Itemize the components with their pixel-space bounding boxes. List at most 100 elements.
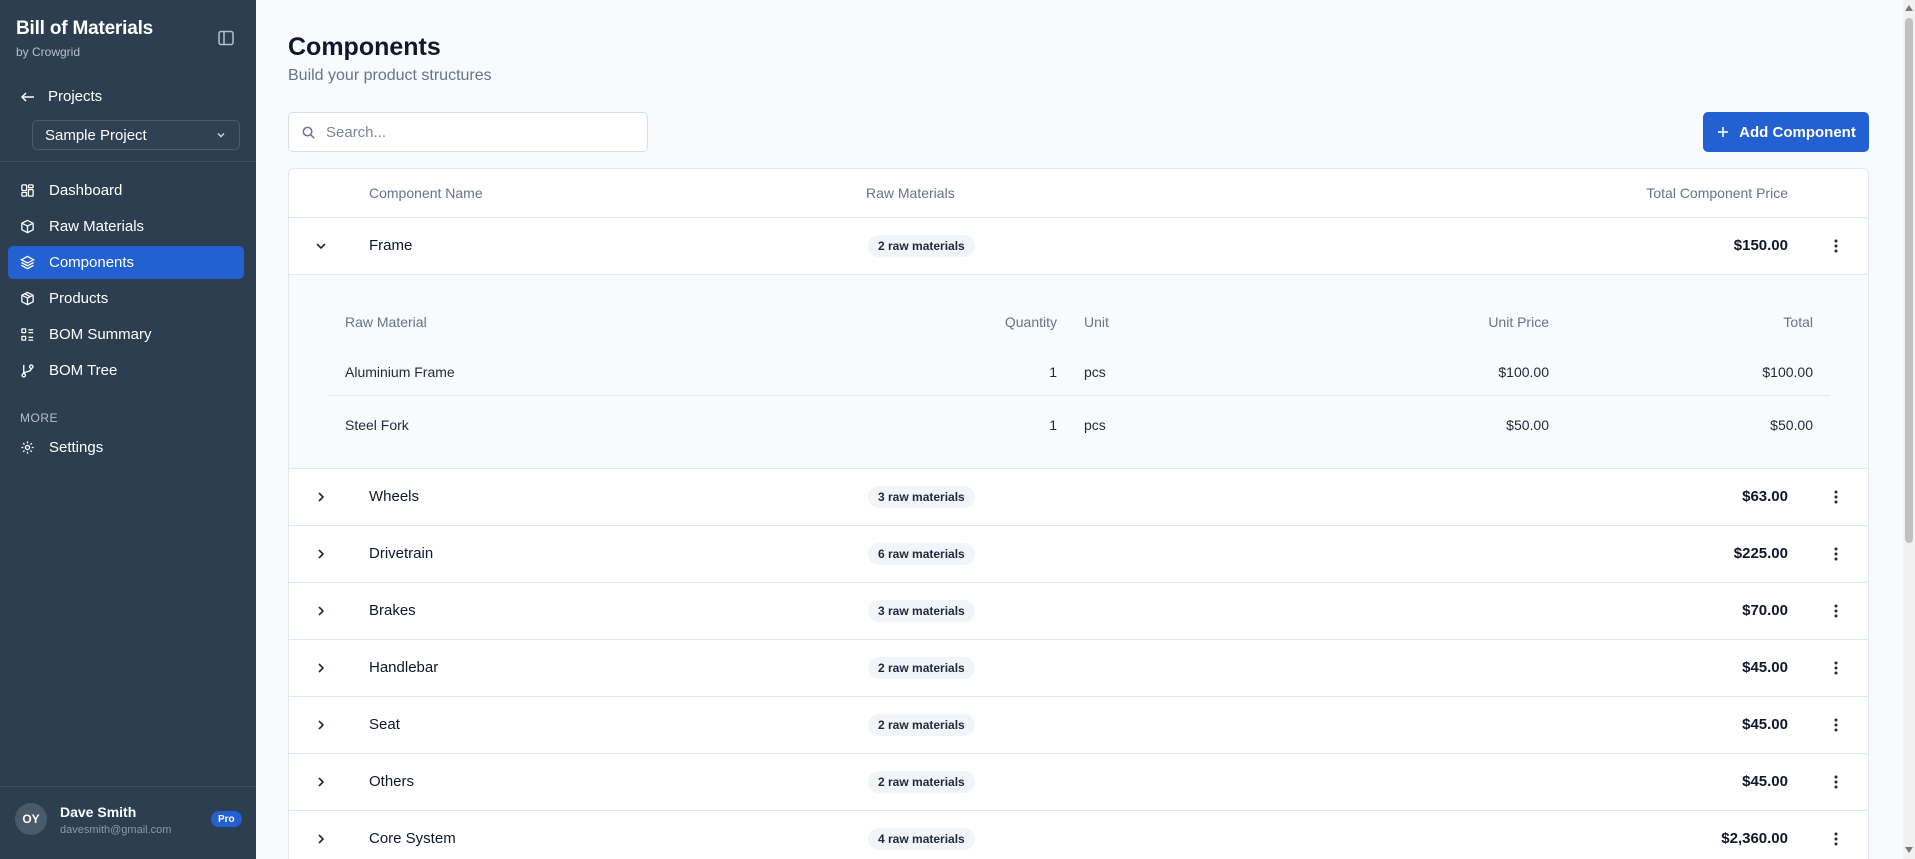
table-row[interactable]: Seat 2 raw materials $45.00: [289, 697, 1868, 754]
chevron-right-icon[interactable]: [313, 603, 329, 619]
main-content: Components Build your product structures…: [256, 0, 1915, 859]
sidebar-toggle-icon[interactable]: [216, 28, 236, 48]
project-select[interactable]: Sample Project: [32, 120, 240, 150]
chevron-down-icon[interactable]: [313, 238, 329, 254]
materials-count-badge: 3 raw materials: [868, 600, 975, 622]
dashboard-icon: [21, 184, 34, 197]
detail-material: Steel Fork: [345, 417, 409, 433]
sidebar-item-settings[interactable]: Settings: [8, 431, 244, 464]
page-subtitle: Build your product structures: [288, 67, 492, 84]
materials-count-badge: 4 raw materials: [868, 828, 975, 850]
back-link-label: Projects: [48, 88, 103, 105]
detail-header-unit: Unit: [1084, 314, 1109, 330]
package-icon: [21, 291, 34, 306]
back-to-projects-link[interactable]: Projects: [20, 88, 102, 105]
list-icon: [21, 328, 34, 341]
detail-quantity: 1: [1049, 417, 1057, 433]
brand-subtitle: by Crowgrid: [16, 45, 81, 59]
table-row[interactable]: Handlebar 2 raw materials $45.00: [289, 640, 1868, 697]
sidebar-divider: [0, 161, 256, 162]
table-row[interactable]: Drivetrain 6 raw materials $225.00: [289, 526, 1868, 583]
component-price: $2,360.00: [1721, 830, 1788, 847]
table-row[interactable]: Others 2 raw materials $45.00: [289, 754, 1868, 811]
table-row[interactable]: Brakes 3 raw materials $70.00: [289, 583, 1868, 640]
table-row[interactable]: Core System 4 raw materials $2,360.00: [289, 811, 1868, 859]
add-component-button[interactable]: Add Component: [1703, 112, 1869, 152]
sidebar-item-label: Products: [49, 290, 109, 307]
sidebar-item-bom-summary[interactable]: BOM Summary: [8, 318, 244, 351]
detail-unit-price: $50.00: [1506, 417, 1549, 433]
component-name: Core System: [369, 830, 456, 847]
detail-header-unit-price: Unit Price: [1488, 314, 1549, 330]
detail-total: $100.00: [1762, 364, 1813, 380]
more-vertical-icon[interactable]: [1826, 829, 1846, 849]
table-row[interactable]: Frame 2 raw materials $150.00: [289, 218, 1868, 275]
sidebar-item-label: BOM Tree: [49, 362, 118, 379]
search-box[interactable]: [288, 112, 648, 152]
detail-header-total: Total: [1783, 314, 1813, 330]
component-name: Others: [369, 773, 415, 790]
chevron-right-icon[interactable]: [313, 660, 329, 676]
materials-count-badge: 3 raw materials: [868, 486, 975, 508]
detail-unit-price: $100.00: [1498, 364, 1549, 380]
brand: Bill of Materials by Crowgrid: [16, 18, 153, 59]
page-title: Components: [288, 33, 441, 61]
sidebar: Bill of Materials by Crowgrid Projects S…: [0, 0, 256, 859]
scroll-up-arrow-icon[interactable]: [1905, 5, 1913, 11]
column-header-component-name[interactable]: Component Name: [369, 185, 483, 201]
detail-unit: pcs: [1084, 364, 1106, 380]
chevron-right-icon[interactable]: [313, 717, 329, 733]
components-table: Component Name Raw Materials Total Compo…: [288, 168, 1869, 859]
sidebar-item-products[interactable]: Products: [8, 282, 244, 315]
scrollbar-thumb[interactable]: [1905, 18, 1913, 543]
git-branch-icon: [21, 364, 34, 378]
sidebar-item-label: Components: [49, 254, 135, 271]
materials-count-badge: 2 raw materials: [868, 235, 975, 257]
detail-material: Aluminium Frame: [345, 364, 455, 380]
page-scrollbar[interactable]: [1903, 0, 1915, 859]
sidebar-divider: [0, 786, 256, 787]
component-name: Frame: [369, 237, 413, 254]
materials-count-badge: 2 raw materials: [868, 771, 975, 793]
search-input[interactable]: [326, 123, 626, 141]
component-name: Wheels: [369, 488, 420, 505]
sidebar-item-label: Settings: [49, 439, 104, 456]
sidebar-item-components[interactable]: Components: [8, 246, 244, 279]
plus-icon: [1718, 127, 1729, 137]
user-profile[interactable]: OY Dave Smith davesmith@gmail.com Pro: [0, 788, 256, 859]
scroll-down-arrow-icon[interactable]: [1905, 847, 1913, 853]
sidebar-item-label: Raw Materials: [49, 218, 145, 235]
more-vertical-icon[interactable]: [1826, 772, 1846, 792]
component-price: $150.00: [1733, 237, 1788, 254]
more-vertical-icon[interactable]: [1826, 715, 1846, 735]
more-vertical-icon[interactable]: [1826, 544, 1846, 564]
column-header-total-price[interactable]: Total Component Price: [1646, 185, 1788, 201]
table-header: Component Name Raw Materials Total Compo…: [289, 169, 1868, 218]
chevron-right-icon[interactable]: [313, 489, 329, 505]
chevron-down-icon: [217, 132, 225, 138]
more-vertical-icon[interactable]: [1826, 601, 1846, 621]
table-row[interactable]: Wheels 3 raw materials $63.00: [289, 469, 1868, 526]
component-name: Drivetrain: [369, 545, 434, 562]
chevron-right-icon[interactable]: [313, 774, 329, 790]
chevron-right-icon[interactable]: [313, 546, 329, 562]
chevron-right-icon[interactable]: [313, 831, 329, 847]
materials-count-badge: 2 raw materials: [868, 657, 975, 679]
detail-unit: pcs: [1084, 417, 1106, 433]
component-price: $45.00: [1742, 659, 1788, 676]
more-vertical-icon[interactable]: [1826, 236, 1846, 256]
arrow-left-icon: [20, 91, 34, 102]
detail-header-raw-material: Raw Material: [345, 314, 427, 330]
plan-badge: Pro: [211, 811, 242, 827]
more-vertical-icon[interactable]: [1826, 658, 1846, 678]
add-component-label: Add Component: [1739, 123, 1856, 141]
more-section-label: MORE: [20, 411, 58, 425]
column-header-raw-materials[interactable]: Raw Materials: [866, 185, 955, 201]
sidebar-item-raw-materials[interactable]: Raw Materials: [8, 210, 244, 243]
detail-total: $50.00: [1770, 417, 1813, 433]
more-vertical-icon[interactable]: [1826, 487, 1846, 507]
component-price: $70.00: [1742, 602, 1788, 619]
sidebar-item-bom-tree[interactable]: BOM Tree: [8, 354, 244, 387]
sidebar-item-dashboard[interactable]: Dashboard: [8, 174, 244, 207]
component-name: Handlebar: [369, 659, 439, 676]
